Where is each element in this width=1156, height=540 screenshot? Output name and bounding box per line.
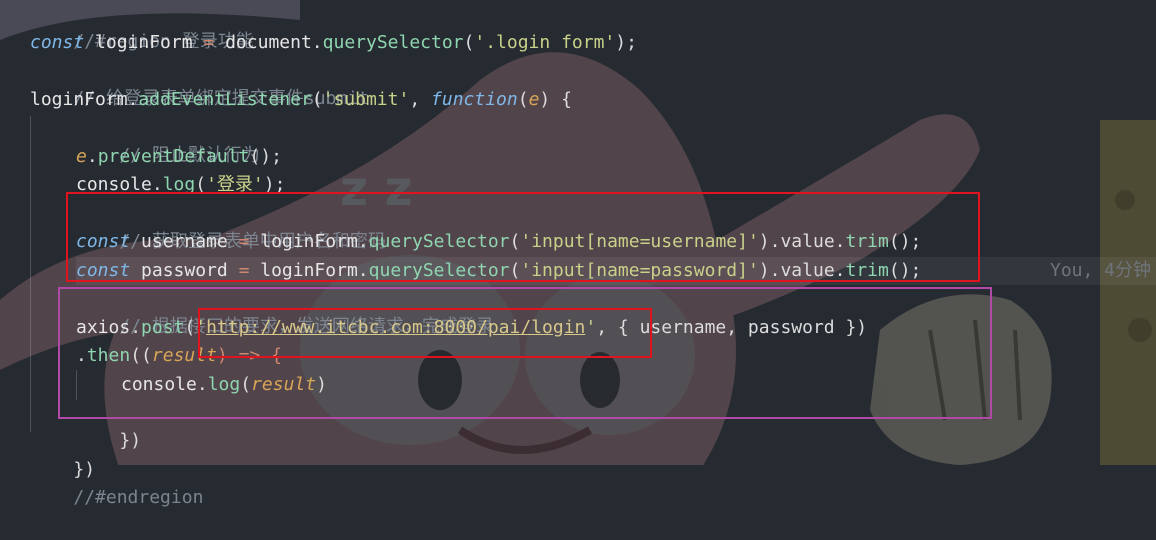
punctuation: .: [76, 345, 87, 366]
code-line-17: //#endregion: [30, 456, 203, 508]
method-name: querySelector: [368, 231, 510, 252]
identifier: console: [121, 374, 197, 395]
method-name: addEventListener: [138, 89, 312, 110]
punctuation: .: [311, 32, 323, 53]
punctuation: , { username, password }): [596, 317, 868, 338]
punctuation: (: [184, 317, 196, 338]
string-literal: 'input[name=username]': [520, 231, 759, 252]
punctuation: .: [196, 374, 208, 395]
punctuation: (: [509, 260, 521, 281]
punctuation: ();: [888, 260, 922, 281]
punctuation: ,: [409, 89, 432, 110]
string-literal: 'submit': [322, 89, 410, 110]
punctuation: (: [517, 89, 529, 110]
identifier: axios: [76, 317, 131, 338]
identifier: loginForm: [260, 260, 358, 281]
code-line-13: .then((result) => {: [76, 342, 282, 370]
punctuation: }): [119, 430, 142, 451]
code-line-9: const username = loginForm.querySelector…: [76, 228, 921, 256]
punctuation: ).value.: [758, 231, 846, 252]
string-quote: ': [585, 317, 597, 338]
code-line-6: e.preventDefault();: [76, 143, 282, 171]
git-blame-annotation: You, 4分钟: [1050, 260, 1152, 281]
method-name: log: [207, 374, 241, 395]
url-link[interactable]: http://www.itcbc.com:8000/pai/login: [206, 317, 585, 338]
punctuation: (: [509, 231, 521, 252]
identifier: document: [225, 32, 312, 53]
identifier: console: [76, 174, 152, 195]
string-literal: '登录': [206, 174, 264, 195]
code-line-10: const password = loginForm.querySelector…: [76, 257, 1156, 285]
keyword: function: [431, 89, 518, 110]
code-line-16: }): [30, 428, 95, 480]
punctuation: );: [615, 32, 637, 53]
punctuation: .: [86, 146, 98, 167]
identifier: loginForm: [260, 231, 358, 252]
code-line-7: console.log('登录');: [76, 171, 285, 199]
parameter: result: [251, 374, 317, 395]
operator: =: [227, 260, 261, 281]
code-line-11: // 根据接口的要求，发送网络请求，完成登录: [76, 285, 494, 337]
punctuation: (: [240, 374, 252, 395]
comment: //#endregion: [73, 487, 204, 508]
code-line-1: //#region 登录功能: [30, 0, 253, 52]
punctuation: ();: [888, 231, 922, 252]
punctuation: ();: [249, 146, 282, 167]
identifier: password: [141, 260, 228, 281]
punctuation: (: [463, 32, 475, 53]
method-name: preventDefault: [97, 146, 250, 167]
parameter: e: [76, 146, 87, 167]
operator: =: [227, 231, 261, 252]
method-name: querySelector: [368, 260, 510, 281]
code-line-12: axios.post('http://www.itcbc.com:8000/pa…: [76, 314, 867, 342]
operator: ) => {: [216, 345, 282, 366]
method-name: then: [86, 345, 131, 366]
keyword: const: [76, 231, 131, 252]
punctuation: .: [130, 317, 142, 338]
string-literal: 'input[name=password]': [520, 260, 759, 281]
identifier: loginForm: [30, 89, 128, 110]
method-name: querySelector: [322, 32, 464, 53]
punctuation: );: [263, 174, 286, 195]
identifier: loginForm: [95, 32, 193, 53]
code-line-15: }): [76, 399, 141, 451]
punctuation: (: [311, 89, 323, 110]
code-line-3: // 给登录表单绑定提交事件submit: [30, 57, 369, 109]
punctuation: ): [316, 374, 327, 395]
operator: =: [192, 32, 226, 53]
punctuation: ((: [130, 345, 152, 366]
string-literal: '.login form': [474, 32, 616, 53]
punctuation: ) {: [539, 89, 572, 110]
code-editor[interactable]: //#region 登录功能 const loginForm = documen…: [0, 0, 1156, 508]
punctuation: ).value.: [758, 260, 846, 281]
method-name: log: [162, 174, 196, 195]
code-line-2: const loginForm = document.querySelector…: [30, 29, 637, 57]
method-name: post: [141, 317, 185, 338]
punctuation: .: [357, 231, 369, 252]
keyword: const: [76, 260, 131, 281]
parameter: e: [528, 89, 540, 110]
string-quote: ': [195, 317, 207, 338]
code-line-14: console.log(result): [121, 371, 327, 399]
code-line-5: // 阻止默认行为: [76, 114, 260, 166]
punctuation: .: [357, 260, 369, 281]
code-line-8: // 获取登录表单中用户名和密码: [76, 200, 386, 252]
keyword: const: [30, 32, 85, 53]
punctuation: (: [195, 174, 207, 195]
code-line-4: loginForm.addEventListener('submit', fun…: [30, 86, 572, 114]
punctuation: .: [127, 89, 139, 110]
punctuation: .: [151, 174, 163, 195]
parameter: result: [151, 345, 217, 366]
identifier: username: [141, 231, 228, 252]
method-name: trim: [845, 231, 889, 252]
method-name: trim: [845, 260, 889, 281]
